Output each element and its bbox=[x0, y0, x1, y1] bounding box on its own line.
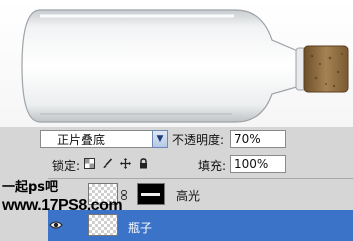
fill-input[interactable]: 100% bbox=[230, 155, 286, 173]
watermark-title: 一起ps吧 bbox=[2, 180, 59, 195]
lock-fill-row: 锁定: 填充: 100% bbox=[0, 151, 353, 177]
move-lock-icon[interactable] bbox=[120, 158, 131, 169]
layer-name: 高光 bbox=[176, 189, 201, 203]
lock-label: 锁定: bbox=[52, 159, 81, 173]
fill-label: 填充: bbox=[198, 159, 227, 173]
blend-mode-value: 正片叠底 bbox=[57, 132, 106, 147]
opacity-input[interactable]: 70% bbox=[230, 130, 286, 148]
brush-lock-icon[interactable] bbox=[102, 158, 113, 169]
visibility-eye-icon[interactable] bbox=[49, 219, 63, 229]
chevron-down-icon[interactable]: ▼ bbox=[152, 130, 168, 148]
layer-mask-thumbnail[interactable] bbox=[137, 183, 165, 205]
opacity-label: 不透明度: bbox=[172, 133, 225, 147]
padlock-icon[interactable] bbox=[138, 158, 149, 169]
divider bbox=[48, 178, 353, 179]
blend-opacity-row: 正片叠底 ▼ 不透明度: 70% bbox=[0, 127, 353, 151]
canvas-image bbox=[0, 0, 353, 127]
watermark-url: www.17PS8.com bbox=[2, 197, 123, 214]
layer-name: 瓶子 bbox=[128, 221, 153, 235]
lock-icons-group bbox=[84, 158, 149, 169]
blend-mode-select[interactable]: 正片叠底 ▼ bbox=[40, 130, 168, 148]
layer-thumbnail bbox=[88, 214, 118, 236]
glass-bottle-illustration bbox=[21, 9, 349, 123]
transparency-lock-icon[interactable] bbox=[84, 158, 95, 169]
